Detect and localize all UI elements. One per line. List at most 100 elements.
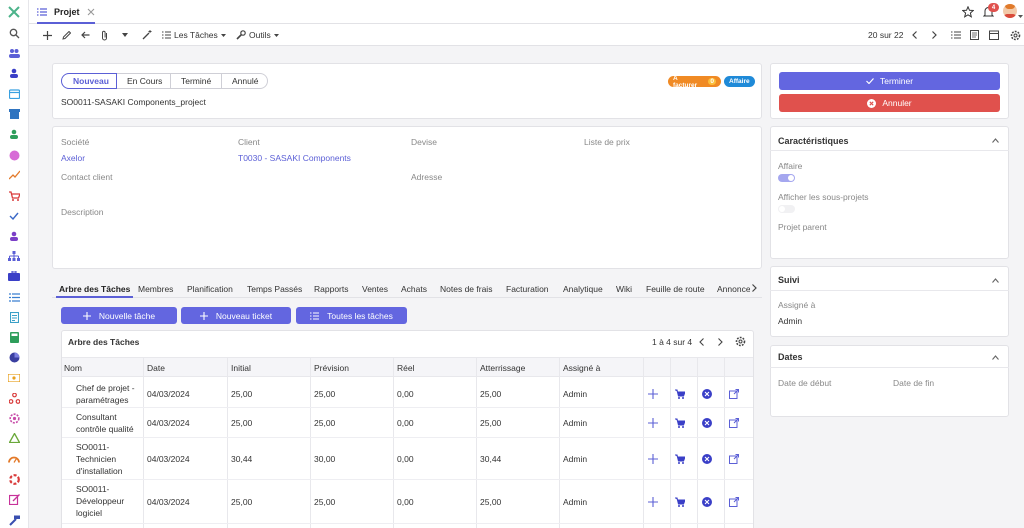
task-name-line[interactable]: logiciel: [76, 507, 102, 519]
avatar-caret-icon[interactable]: [1018, 10, 1023, 20]
collapse-chevron-icon[interactable]: [992, 353, 999, 362]
cart-icon[interactable]: [675, 418, 685, 428]
cart-icon[interactable]: [675, 454, 685, 464]
column-header-forecast[interactable]: Prévision: [314, 363, 349, 373]
tab-sales[interactable]: Ventes: [362, 284, 388, 294]
recycle-icon[interactable]: [8, 432, 20, 444]
cancel-button[interactable]: Annuler: [779, 94, 1000, 112]
column-header-assigned[interactable]: Assigné à: [563, 363, 600, 373]
add-subtask-icon[interactable]: [648, 389, 658, 399]
form-view-icon[interactable]: [970, 24, 979, 46]
users-group-icon[interactable]: [8, 47, 20, 59]
tab-announcements[interactable]: Annonce: [717, 284, 750, 294]
briefcase-icon[interactable]: [8, 270, 20, 282]
new-ticket-button[interactable]: Nouveau ticket: [181, 307, 291, 324]
grid-settings-gear-icon[interactable]: [735, 336, 746, 349]
tab-time-spent[interactable]: Temps Passés: [247, 284, 302, 294]
list-icon[interactable]: [8, 291, 20, 303]
magic-wand-icon[interactable]: [142, 24, 152, 46]
edit-icon[interactable]: [8, 493, 20, 505]
tab-expenses[interactable]: Notes de frais: [440, 284, 492, 294]
document-icon[interactable]: [8, 311, 20, 323]
open-external-icon[interactable]: [729, 454, 739, 464]
tab-wiki[interactable]: Wiki: [616, 284, 632, 294]
open-external-icon[interactable]: [729, 389, 739, 399]
money-icon[interactable]: [8, 372, 20, 384]
collapse-chevron-icon[interactable]: [992, 276, 999, 285]
next-page-icon[interactable]: [718, 338, 723, 348]
task-name-line[interactable]: SO0011-: [76, 483, 109, 495]
calendar-icon[interactable]: [8, 88, 20, 100]
task-name-line[interactable]: SO0011-: [76, 441, 109, 453]
delete-circle-icon[interactable]: [702, 497, 712, 507]
list-view-icon[interactable]: [951, 24, 961, 46]
next-record-icon[interactable]: [932, 24, 937, 46]
cart-icon[interactable]: [675, 497, 685, 507]
delete-circle-icon[interactable]: [702, 418, 712, 428]
column-header-name[interactable]: Nom: [64, 363, 82, 373]
add-icon[interactable]: [43, 24, 52, 46]
task-name-line[interactable]: Consultant: [76, 411, 117, 423]
finish-button[interactable]: Terminer: [779, 72, 1000, 90]
check-icon[interactable]: [8, 210, 20, 222]
delete-circle-icon[interactable]: [702, 454, 712, 464]
attachment-icon[interactable]: [101, 24, 108, 46]
app-logo-icon[interactable]: [8, 6, 20, 18]
tools-menu-button[interactable]: Outils: [236, 24, 279, 46]
status-step-annule[interactable]: Annulé: [222, 73, 268, 89]
pie-chart-icon[interactable]: [8, 351, 20, 363]
settings-cog-icon[interactable]: [8, 412, 20, 424]
previous-page-icon[interactable]: [699, 338, 704, 348]
add-subtask-icon[interactable]: [648, 454, 658, 464]
cart-icon[interactable]: [8, 190, 20, 202]
column-header-real[interactable]: Réel: [397, 363, 414, 373]
tab-members[interactable]: Membres: [138, 284, 173, 294]
task-name-line[interactable]: Chef de projet -: [76, 382, 135, 394]
search-icon[interactable]: [8, 27, 20, 39]
status-step-en-cours[interactable]: En Cours: [117, 73, 171, 89]
back-arrow-icon[interactable]: [81, 24, 90, 46]
close-tab-icon[interactable]: [87, 8, 95, 16]
user-icon[interactable]: [8, 67, 20, 79]
org-chart-icon[interactable]: [8, 250, 20, 262]
status-step-termine[interactable]: Terminé: [171, 73, 222, 89]
add-subtask-icon[interactable]: [648, 497, 658, 507]
task-name-line[interactable]: contrôle qualité: [76, 423, 134, 435]
open-external-icon[interactable]: [729, 418, 739, 428]
company-link[interactable]: Axelor: [61, 153, 85, 163]
business-toggle[interactable]: [778, 174, 795, 182]
tab-invoicing[interactable]: Facturation: [506, 284, 549, 294]
network-icon[interactable]: [8, 392, 20, 404]
subprojects-toggle[interactable]: [778, 205, 795, 213]
dashboard-gauge-icon[interactable]: [8, 453, 20, 465]
add-subtask-icon[interactable]: [648, 418, 658, 428]
edit-pencil-icon[interactable]: [62, 24, 71, 46]
crm-icon[interactable]: [8, 149, 20, 161]
hammer-icon[interactable]: [8, 514, 20, 526]
client-link[interactable]: T0030 - SASAKI Components: [238, 153, 351, 163]
employee-icon[interactable]: [8, 230, 20, 242]
tab-analytics[interactable]: Analytique: [563, 284, 603, 294]
sales-chart-icon[interactable]: [8, 169, 20, 181]
archive-icon[interactable]: [8, 108, 20, 120]
menu-list-icon[interactable]: [37, 8, 47, 16]
open-external-icon[interactable]: [729, 497, 739, 507]
task-name-line[interactable]: d'installation: [76, 465, 123, 477]
tab-purchases[interactable]: Achats: [401, 284, 427, 294]
column-header-initial[interactable]: Initial: [231, 363, 251, 373]
delete-circle-icon[interactable]: [702, 389, 712, 399]
settings-gear-icon[interactable]: [1010, 24, 1021, 46]
all-tasks-button[interactable]: Toutes les tâches: [296, 307, 407, 324]
user-avatar[interactable]: [1003, 4, 1017, 18]
status-step-nouveau[interactable]: Nouveau: [61, 73, 117, 89]
contact-icon[interactable]: [8, 128, 20, 140]
calendar-view-icon[interactable]: [989, 24, 999, 46]
tab-planning[interactable]: Planification: [187, 284, 233, 294]
column-header-landing[interactable]: Atterrissage: [480, 363, 525, 373]
previous-record-icon[interactable]: [912, 24, 917, 46]
task-name-line[interactable]: Développeur: [76, 495, 124, 507]
tab-reports[interactable]: Rapports: [314, 284, 349, 294]
task-name-line[interactable]: Technicien: [76, 453, 116, 465]
cart-icon[interactable]: [675, 389, 685, 399]
tab-projet[interactable]: Projet: [37, 0, 95, 24]
